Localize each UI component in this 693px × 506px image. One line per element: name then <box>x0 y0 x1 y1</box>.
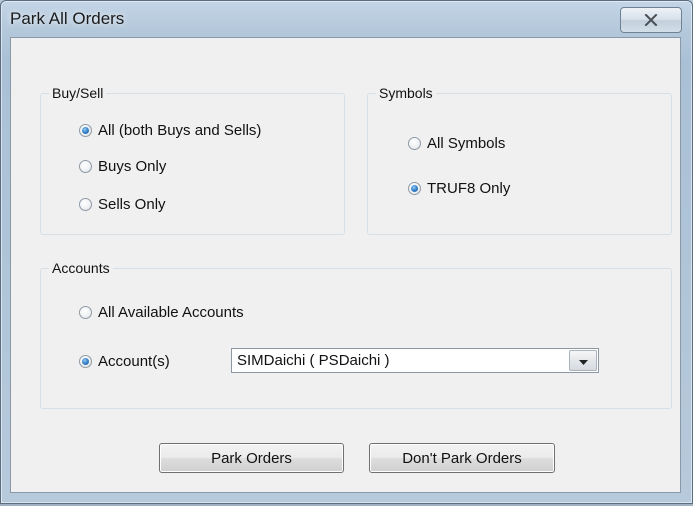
dont-park-orders-button[interactable]: Don't Park Orders <box>369 443 555 473</box>
radio-all-available-accounts[interactable]: All Available Accounts <box>79 304 244 321</box>
radio-all-symbols[interactable]: All Symbols <box>408 135 505 152</box>
window-title: Park All Orders <box>10 9 125 28</box>
park-all-orders-window: Park All Orders Buy/Sell All (both Buys … <box>0 0 693 504</box>
radio-button-all-buys-sells[interactable] <box>79 124 92 137</box>
account-select-dropdown-button[interactable] <box>569 350 597 371</box>
radio-all-buys-sells[interactable]: All (both Buys and Sells) <box>79 122 261 139</box>
radio-accounts[interactable]: Account(s) <box>79 353 170 370</box>
radio-sells-only[interactable]: Sells Only <box>79 196 166 213</box>
radio-button-all-symbols[interactable] <box>408 137 421 150</box>
chevron-down-icon <box>578 352 588 370</box>
radio-button-sells-only[interactable] <box>79 198 92 211</box>
radio-label-all-available-accounts: All Available Accounts <box>98 304 244 321</box>
symbols-group-label: Symbols <box>376 85 436 101</box>
dialog-client-area: Buy/Sell All (both Buys and Sells) Buys … <box>10 37 681 493</box>
symbols-group: Symbols <box>367 85 672 235</box>
radio-label-accounts: Account(s) <box>98 353 170 370</box>
account-select[interactable]: SIMDaichi ( PSDaichi ) <box>231 348 599 373</box>
radio-buys-only[interactable]: Buys Only <box>79 158 166 175</box>
radio-label-truf8-only: TRUF8 Only <box>427 180 511 197</box>
radio-label-all-symbols: All Symbols <box>427 135 506 152</box>
close-icon <box>644 14 658 26</box>
radio-button-all-available-accounts[interactable] <box>79 306 92 319</box>
radio-button-truf8-only[interactable] <box>408 182 421 195</box>
account-select-value: SIMDaichi ( PSDaichi ) <box>237 352 390 369</box>
buy-sell-group-label: Buy/Sell <box>49 85 107 101</box>
accounts-group-label: Accounts <box>49 260 113 276</box>
radio-button-buys-only[interactable] <box>79 160 92 173</box>
radio-label-buys-only: Buys Only <box>98 158 167 175</box>
radio-label-sells-only: Sells Only <box>98 196 166 213</box>
radio-truf8-only[interactable]: TRUF8 Only <box>408 180 510 197</box>
radio-button-accounts[interactable] <box>79 355 92 368</box>
radio-label-all-buys-sells: All (both Buys and Sells) <box>98 122 262 139</box>
close-button[interactable] <box>620 7 682 33</box>
accounts-group: Accounts <box>40 260 672 409</box>
title-bar[interactable]: Park All Orders <box>1 1 692 35</box>
park-orders-button[interactable]: Park Orders <box>159 443 344 473</box>
